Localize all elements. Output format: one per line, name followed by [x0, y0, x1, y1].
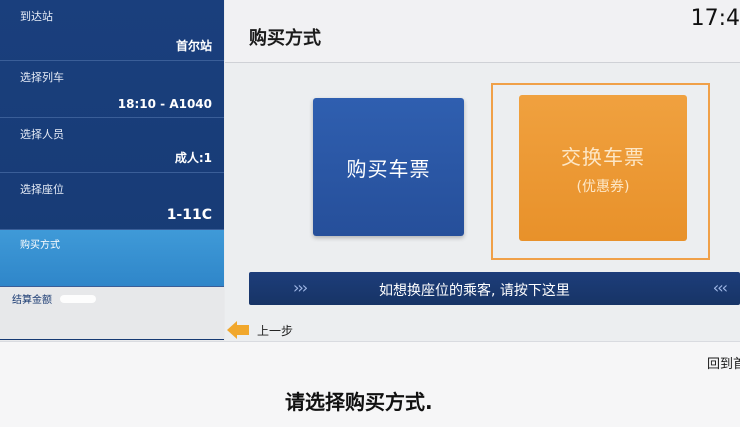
step-label: 结算金额: [12, 295, 52, 306]
change-seat-banner[interactable]: ››› 如想换座位的乘客, 请按下这里 ‹‹‹: [249, 272, 740, 305]
buy-ticket-label: 购买车票: [346, 156, 431, 181]
sidebar: 到达站 首尔站 选择列车 18:10 - A1040 选择人员 成人:1 选择座…: [0, 0, 224, 340]
chevrons-left-icon: ‹‹‹: [712, 278, 728, 297]
step-purchase-method: 购买方式: [0, 230, 224, 287]
header: 购买方式 17:4: [225, 0, 740, 63]
step-select-seat[interactable]: 选择座位 1-11C: [0, 173, 224, 230]
instruction-text: 请选择购买方式.: [285, 390, 433, 414]
arrow-left-icon: [227, 321, 237, 339]
arrow-left-icon-tail: [237, 325, 249, 335]
step-arrival-station[interactable]: 到达站 首尔站: [0, 0, 224, 61]
step-label: 购买方式: [20, 240, 60, 251]
back-button[interactable]: 上一步: [227, 321, 293, 339]
exchange-ticket-label: 交换车票: [561, 144, 645, 169]
chevrons-right-icon: ›››: [293, 278, 308, 297]
step-label: 选择座位: [20, 183, 64, 196]
coupon-label: (优惠券): [576, 178, 630, 195]
step-label: 到达站: [20, 10, 53, 23]
step-value: 首尔站: [175, 39, 212, 53]
page-title: 购买方式: [249, 28, 321, 49]
step-value: 成人:1: [174, 151, 212, 165]
main-panel: 购买车票 交换车票 (优惠券) ››› 如想换座位的乘客, 请按下这里 ‹‹‹ …: [225, 63, 740, 343]
exchange-ticket-button[interactable]: 交换车票 (优惠券): [519, 95, 687, 241]
clock: 17:4: [690, 6, 740, 31]
footer: 回到首 请选择购买方式.: [0, 341, 740, 427]
step-total-amount: 结算金额: [0, 287, 224, 339]
step-label: 选择列车: [20, 71, 64, 84]
redacted-amount: [60, 295, 96, 303]
home-button[interactable]: 回到首: [707, 353, 740, 372]
step-select-train[interactable]: 选择列车 18:10 - A1040: [0, 61, 224, 118]
back-label: 上一步: [257, 323, 294, 338]
buy-ticket-button[interactable]: 购买车票: [313, 98, 464, 236]
step-label: 选择人员: [20, 128, 64, 141]
step-value: 18:10 - A1040: [117, 97, 212, 111]
step-value: 1-11C: [166, 207, 212, 223]
step-select-passengers[interactable]: 选择人员 成人:1: [0, 118, 224, 173]
banner-text: 如想换座位的乘客, 请按下这里: [379, 283, 570, 299]
